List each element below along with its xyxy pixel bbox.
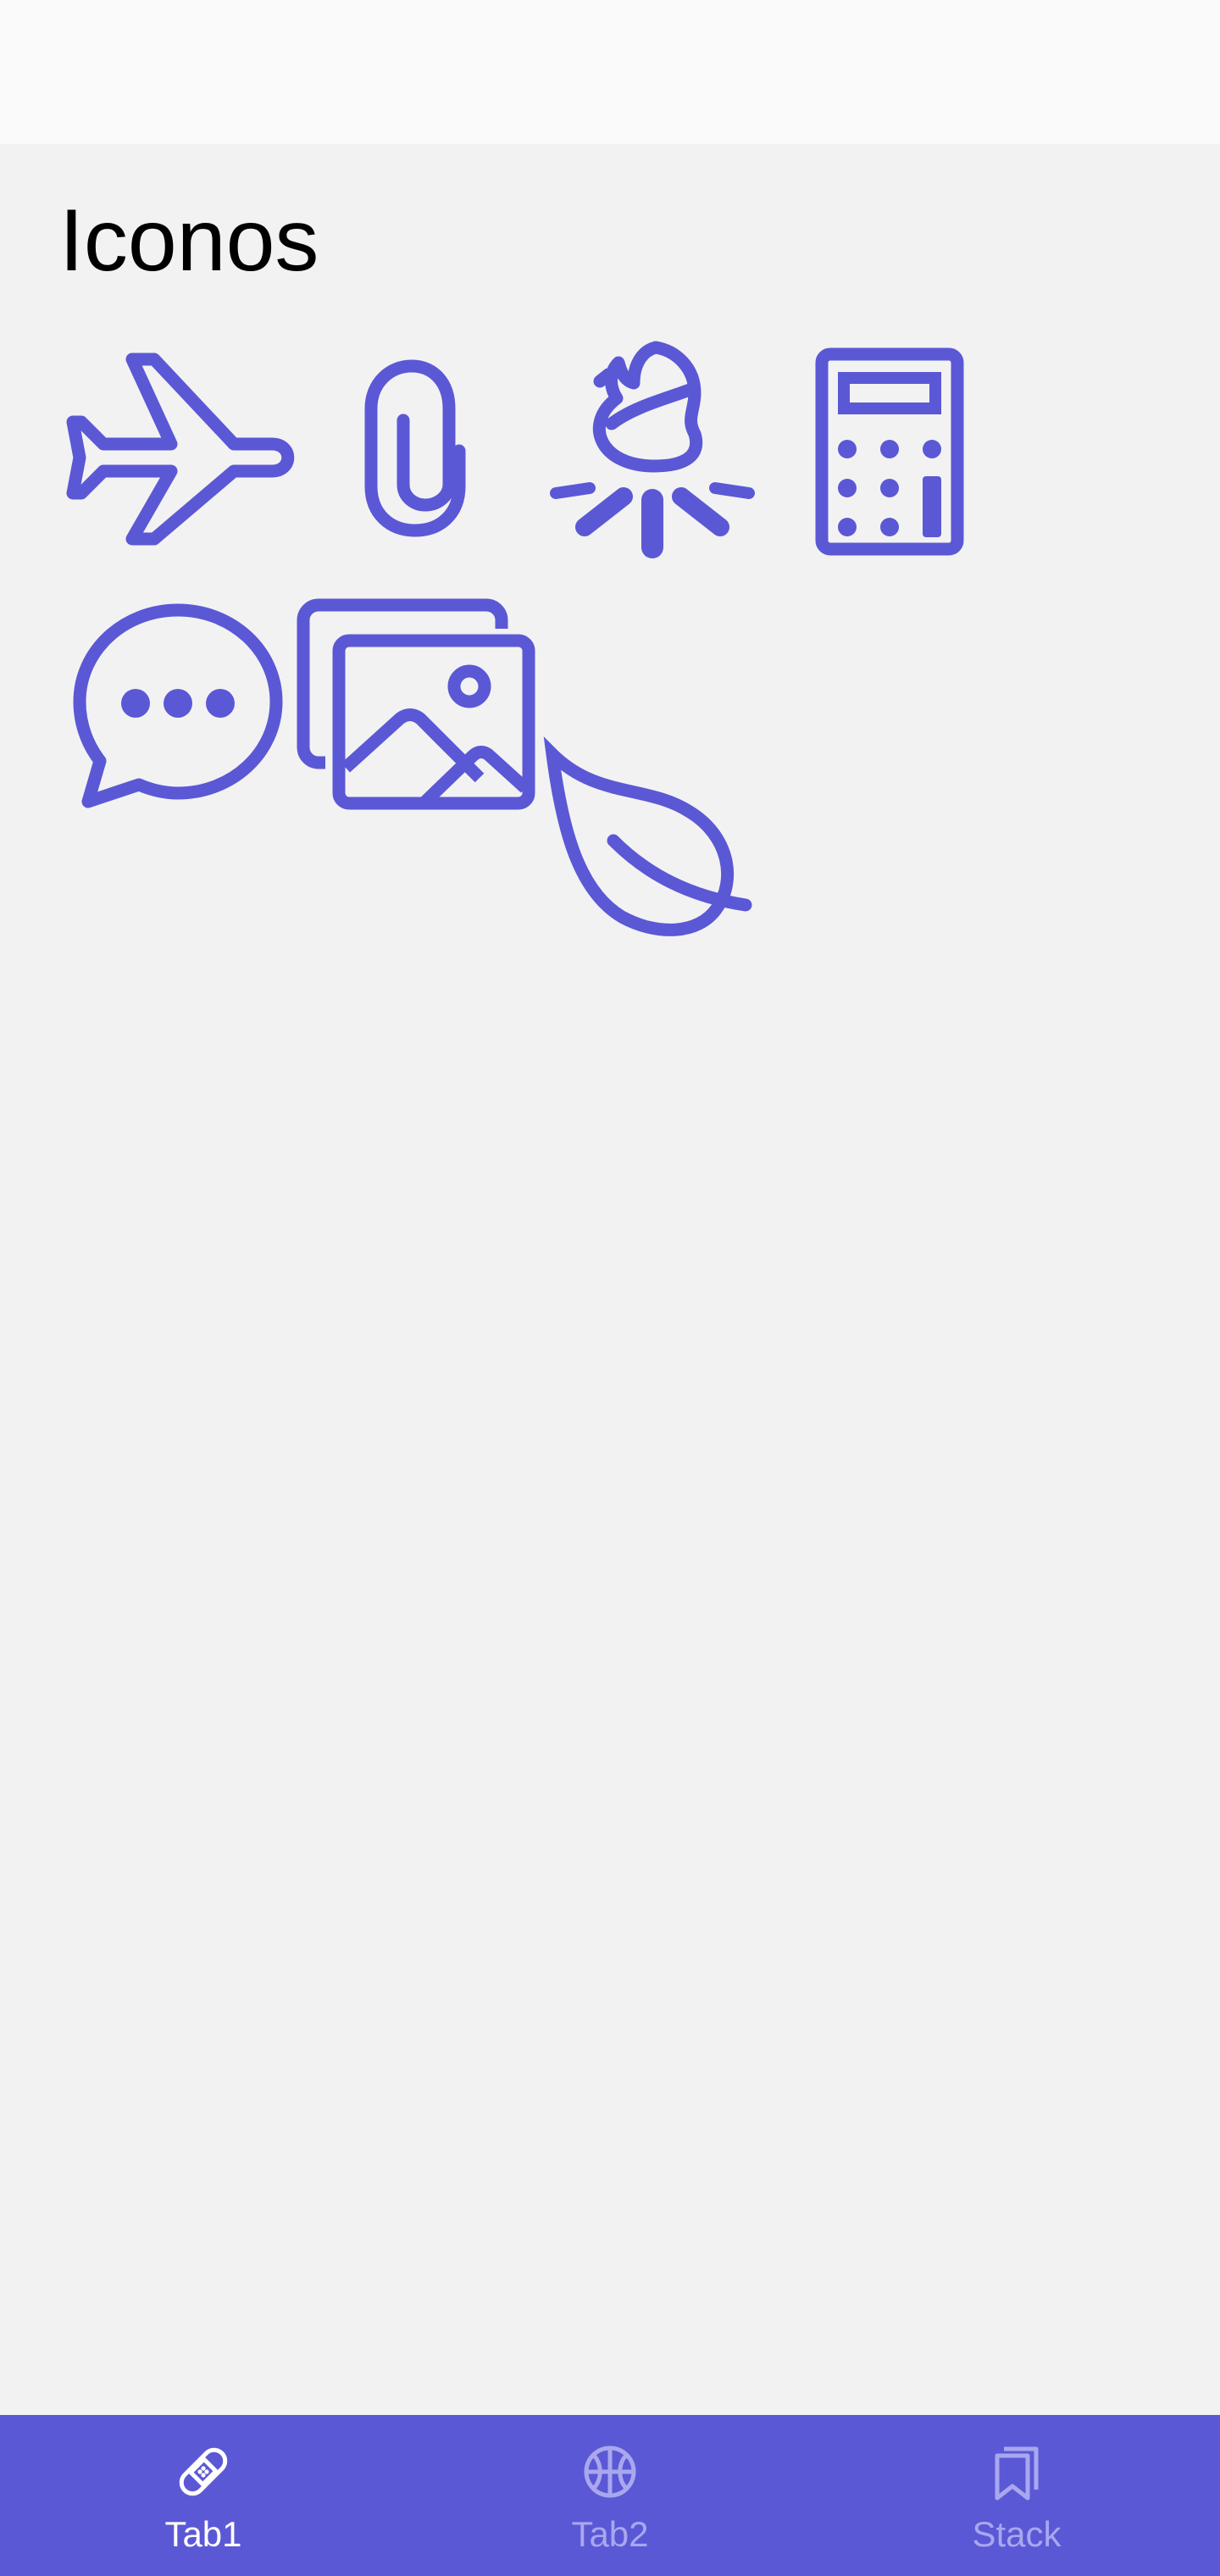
campfire-icon xyxy=(549,339,756,561)
images-icon xyxy=(297,598,535,810)
paperclip-icon xyxy=(361,358,471,537)
tab-tab2[interactable]: Tab2 xyxy=(407,2415,813,2576)
page-title: Iconos xyxy=(59,192,319,290)
status-bar xyxy=(0,0,1220,144)
calculator-icon xyxy=(815,347,964,556)
tab-tab1[interactable]: Tab1 xyxy=(0,2415,407,2576)
basketball-icon xyxy=(577,2439,643,2505)
leaf-icon xyxy=(543,736,752,942)
tab-label: Tab1 xyxy=(164,2514,242,2554)
main-content: Iconos xyxy=(0,144,1220,2415)
tab-label: Tab2 xyxy=(571,2514,649,2554)
tab-bar: Tab1 Tab2 Stack xyxy=(0,2415,1220,2576)
airplane-icon xyxy=(64,351,295,547)
tab-label: Stack xyxy=(972,2514,1062,2554)
chat-bubble-ellipsis-icon xyxy=(71,602,285,808)
tab-stack[interactable]: Stack xyxy=(813,2415,1220,2576)
bandage-icon xyxy=(170,2439,236,2505)
bookmarks-icon xyxy=(984,2439,1050,2505)
